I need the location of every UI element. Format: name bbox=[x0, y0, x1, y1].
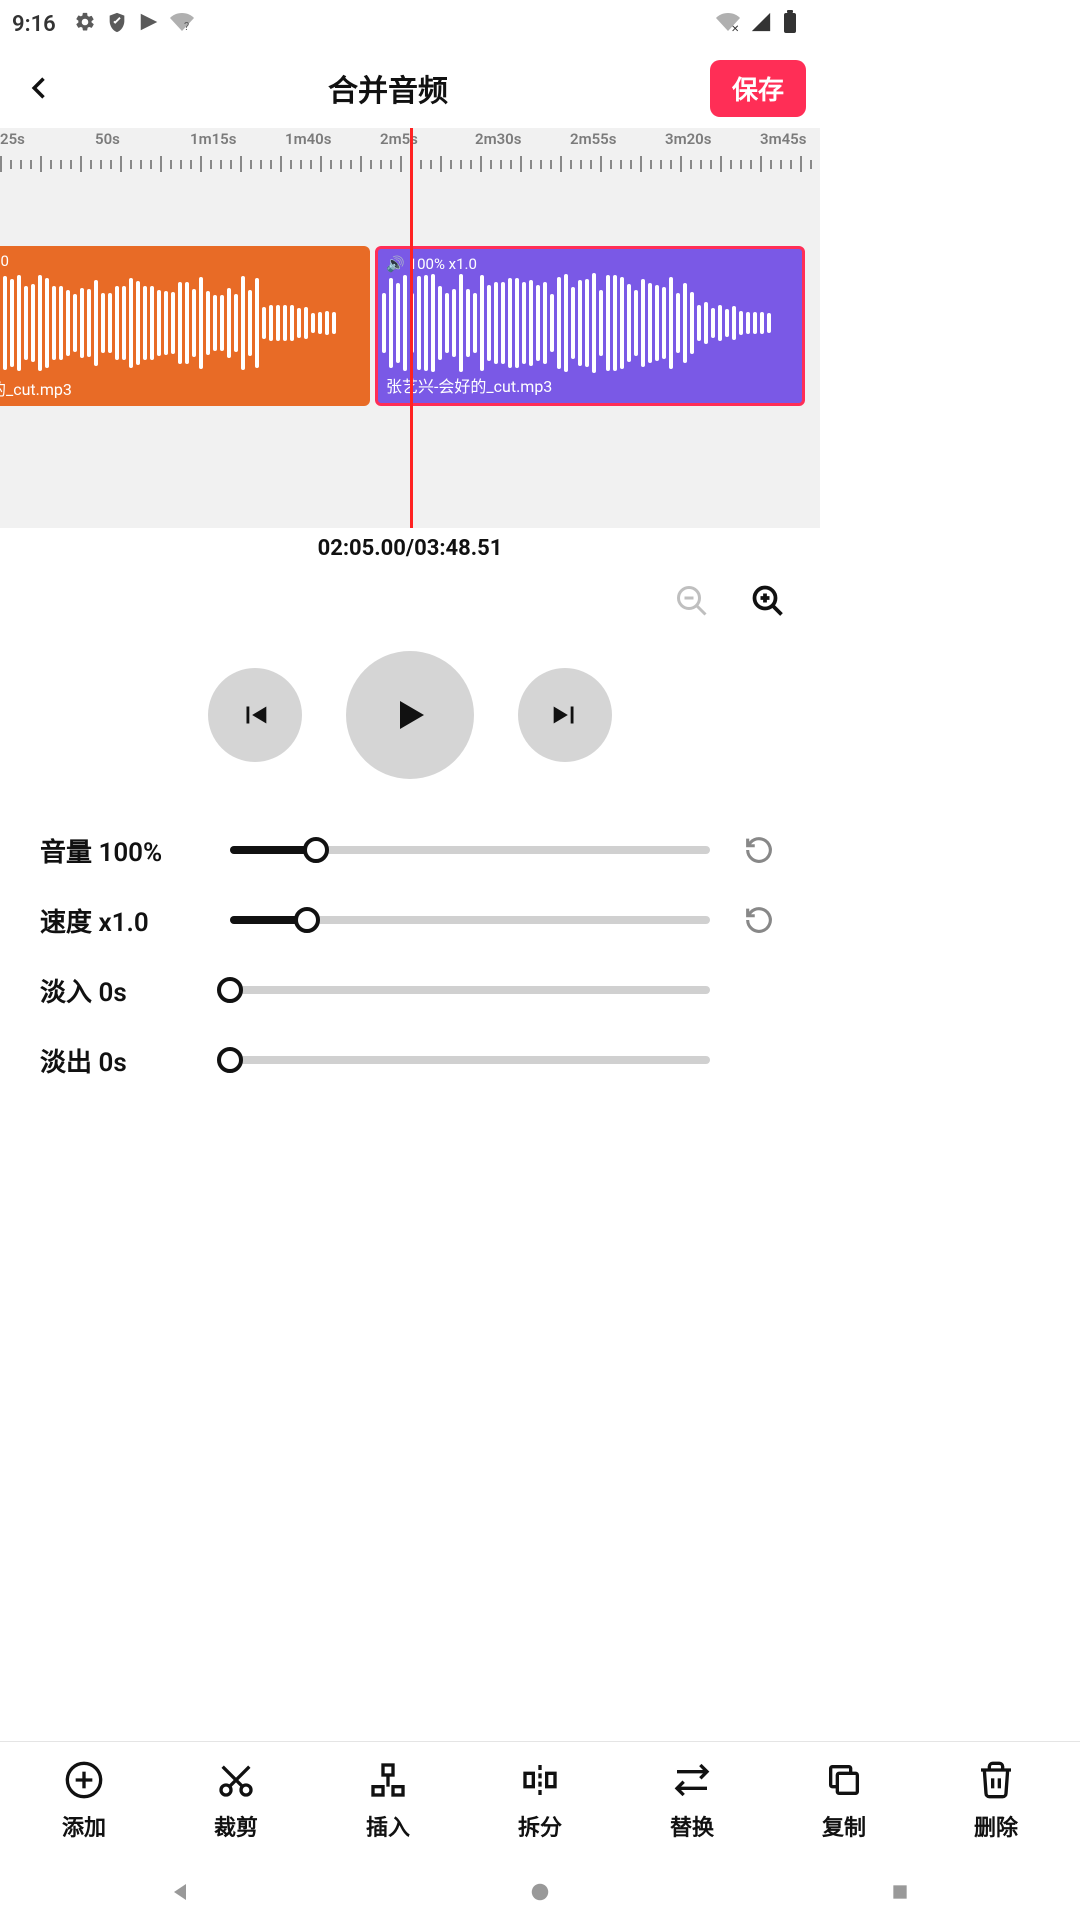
prev-button[interactable] bbox=[208, 668, 302, 762]
next-button[interactable] bbox=[518, 668, 612, 762]
playhead[interactable] bbox=[410, 128, 413, 528]
nav-recent-icon[interactable] bbox=[876, 1868, 924, 1916]
audio-clip-2[interactable]: 🔊100% x1.0 张艺兴-会好的_cut.mp3 bbox=[375, 246, 805, 406]
insert-tool[interactable]: 插入 bbox=[338, 1760, 438, 1842]
delete-tool[interactable]: 删除 bbox=[946, 1760, 1046, 1842]
add-tool[interactable]: 添加 bbox=[34, 1760, 134, 1842]
battery-icon bbox=[782, 10, 798, 38]
nav-back-icon[interactable] bbox=[156, 1868, 204, 1916]
nav-home-icon[interactable] bbox=[516, 1868, 564, 1916]
sliders-panel: 音量 100% 速度 x1.0 淡入 0s 淡出 0s bbox=[0, 779, 820, 1095]
clip-filename: 会好的_cut.mp3 bbox=[0, 376, 72, 400]
back-button[interactable] bbox=[14, 62, 66, 114]
speed-slider[interactable] bbox=[230, 916, 710, 924]
signal-icon bbox=[750, 11, 772, 37]
volume-label: 音量 100% bbox=[40, 832, 230, 869]
speed-label: 速度 x1.0 bbox=[40, 902, 230, 939]
app-header: 合并音频 保存 bbox=[0, 48, 820, 128]
split-tool[interactable]: 拆分 bbox=[490, 1760, 590, 1842]
zoom-out-button[interactable] bbox=[672, 581, 712, 621]
fadeout-label: 淡出 0s bbox=[40, 1042, 230, 1079]
wifi-question-icon: ? bbox=[170, 10, 194, 38]
svg-text:✕: ✕ bbox=[731, 24, 739, 34]
save-button[interactable]: 保存 bbox=[710, 60, 806, 117]
fadeout-slider[interactable] bbox=[230, 1056, 710, 1064]
svg-text:?: ? bbox=[184, 20, 189, 33]
time-readout: 02:05.00/03:48.51 bbox=[0, 536, 820, 561]
status-bar: 9:16 ? ✕ bbox=[0, 0, 820, 48]
volume-slider[interactable] bbox=[230, 846, 710, 854]
bottom-toolbar: 添加 裁剪 插入 拆分 替换 复制 删除 bbox=[0, 1741, 1080, 1860]
speed-reset-button[interactable] bbox=[738, 899, 780, 941]
fadein-label: 淡入 0s bbox=[40, 972, 230, 1009]
copy-tool[interactable]: 复制 bbox=[794, 1760, 894, 1842]
android-nav-bar bbox=[0, 1864, 1080, 1920]
zoom-in-button[interactable] bbox=[748, 581, 788, 621]
play-button[interactable] bbox=[346, 651, 474, 779]
shield-icon bbox=[106, 11, 128, 37]
audio-clip-1[interactable]: 🔊x1.0 会好的_cut.mp3 bbox=[0, 246, 370, 406]
volume-reset-button[interactable] bbox=[738, 829, 780, 871]
timeline[interactable]: 25s50s1m15s1m40s2m5s2m30s2m55s3m20s3m45s… bbox=[0, 128, 820, 528]
play-store-icon bbox=[138, 11, 160, 37]
trim-tool[interactable]: 裁剪 bbox=[186, 1760, 286, 1842]
status-time: 9:16 bbox=[12, 12, 56, 37]
gear-icon bbox=[74, 11, 96, 37]
wifi-off-icon: ✕ bbox=[716, 10, 740, 38]
page-title: 合并音频 bbox=[66, 66, 710, 110]
replace-tool[interactable]: 替换 bbox=[642, 1760, 742, 1842]
fadein-slider[interactable] bbox=[230, 986, 710, 994]
transport-controls bbox=[0, 651, 820, 779]
